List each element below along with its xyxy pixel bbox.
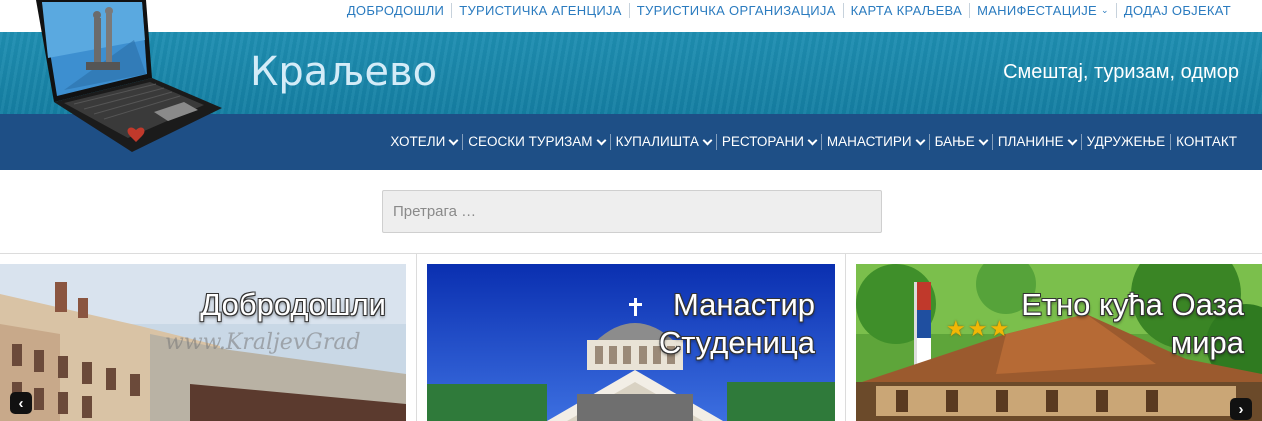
top-nav-item-add-object[interactable]: ДОДАЈ ОБЈЕКАТ — [1115, 2, 1238, 18]
column-divider — [416, 254, 417, 421]
top-nav-item-welcome[interactable]: ДОБРОДОШЛИ — [340, 3, 451, 18]
main-nav-label: УДРУЖЕЊЕ — [1086, 134, 1166, 149]
top-nav-item-map[interactable]: КАРТА КРАЉЕВА — [842, 2, 969, 18]
chevron-down-icon — [807, 135, 818, 145]
chevron-down-icon — [448, 135, 459, 145]
main-nav-label: МАНАСТИРИ — [826, 134, 912, 149]
slide-caption: Етно кућа Оаза мира — [1021, 286, 1244, 362]
chevron-down-icon — [915, 135, 926, 145]
top-nav-item-agency[interactable]: ТУРИСТИЧКА АГЕНЦИЈА — [451, 2, 629, 18]
top-nav-label: КАРТА КРАЉЕВА — [850, 2, 963, 18]
main-nav-label: КУПАЛИШТА — [615, 134, 699, 149]
main-nav-label: КОНТАКТ — [1176, 134, 1237, 149]
top-nav-item-organization[interactable]: ТУРИСТИЧКА ОРГАНИЗАЦИЈА — [628, 2, 843, 18]
top-nav: ДОБРОДОШЛИ ТУРИСТИЧКА АГЕНЦИЈА ТУРИСТИЧК… — [340, 0, 1238, 20]
site-title[interactable]: Краљево — [250, 49, 437, 95]
slide-caption: Манастир Студеница — [659, 286, 815, 362]
chevron-left-icon[interactable]: ‹ — [10, 392, 32, 414]
main-nav-item-rural-tourism[interactable]: СЕОСКИ ТУРИЗАМ — [462, 134, 609, 150]
chevron-down-icon — [1067, 135, 1078, 145]
site-tagline: Смештај, туризам, одмор — [1003, 61, 1239, 83]
chevron-down-icon: ⌄ — [1101, 4, 1109, 15]
column-divider — [845, 254, 846, 421]
main-nav-label: ПЛАНИНЕ — [997, 134, 1064, 149]
main-nav-label: БАЊЕ — [934, 134, 975, 149]
slide-ethno-house[interactable]: ★★★ Етно кућа Оаза мира › — [856, 264, 1262, 421]
chevron-down-icon — [978, 135, 989, 145]
main-nav-item-mountains[interactable]: ПЛАНИНЕ — [991, 134, 1081, 150]
main-nav-label: РЕСТОРАНИ — [721, 134, 804, 149]
laptop-logo-icon[interactable] — [24, 0, 224, 152]
chevron-down-icon — [596, 135, 607, 145]
main-nav: ХОТЕЛИ СЕОСКИ ТУРИЗАМ КУПАЛИШТА РЕСТОРАН… — [385, 114, 1242, 170]
top-nav-item-events[interactable]: МАНИФЕСТАЦИЈЕ ⌄ — [969, 2, 1116, 18]
slide-watermark: www.KraljevGrad — [165, 330, 361, 355]
main-nav-label: ХОТЕЛИ — [390, 134, 446, 149]
slide-welcome[interactable]: www.KraljevGrad Добродошли ‹ — [0, 264, 406, 421]
top-nav-label: ТУРИСТИЧКА АГЕНЦИЈА — [459, 2, 622, 18]
search-input[interactable] — [382, 190, 882, 233]
main-nav-item-monasteries[interactable]: МАНАСТИРИ — [820, 134, 929, 150]
main-nav-item-hotels[interactable]: ХОТЕЛИ — [385, 134, 462, 150]
top-nav-label: МАНИФЕСТАЦИЈЕ — [977, 2, 1098, 18]
chevron-down-icon — [702, 135, 713, 145]
main-nav-item-association[interactable]: УДРУЖЕЊЕ — [1080, 134, 1171, 150]
slide-caption-line: мира — [1170, 325, 1244, 360]
main-nav-item-contact[interactable]: КОНТАКТ — [1170, 134, 1242, 150]
slide-caption: Добродошли — [200, 287, 386, 322]
main-nav-item-pools[interactable]: КУПАЛИШТА — [609, 134, 716, 150]
page: ДОБРОДОШЛИ ТУРИСТИЧКА АГЕНЦИЈА ТУРИСТИЧК… — [0, 0, 1262, 421]
slide-caption-line: Манастир — [672, 287, 815, 322]
rating-stars-icon: ★★★ — [946, 316, 1012, 341]
main-nav-label: СЕОСКИ ТУРИЗАМ — [468, 134, 593, 149]
slide-caption-line: Студеница — [658, 325, 815, 360]
top-nav-label: ТУРИСТИЧКА ОРГАНИЗАЦИЈА — [636, 2, 836, 18]
chevron-right-icon[interactable]: › — [1230, 398, 1252, 420]
slide-studenica[interactable]: Манастир Студеница — [427, 264, 835, 421]
main-nav-item-restaurants[interactable]: РЕСТОРАНИ — [715, 134, 821, 150]
top-nav-label: ДОБРОДОШЛИ — [346, 2, 445, 18]
top-nav-label: ДОДАЈ ОБЈЕКАТ — [1123, 2, 1231, 18]
divider — [0, 253, 1262, 254]
main-nav-item-spas[interactable]: БАЊЕ — [928, 134, 992, 150]
slide-caption-line: Етно кућа Оаза — [1021, 287, 1244, 322]
